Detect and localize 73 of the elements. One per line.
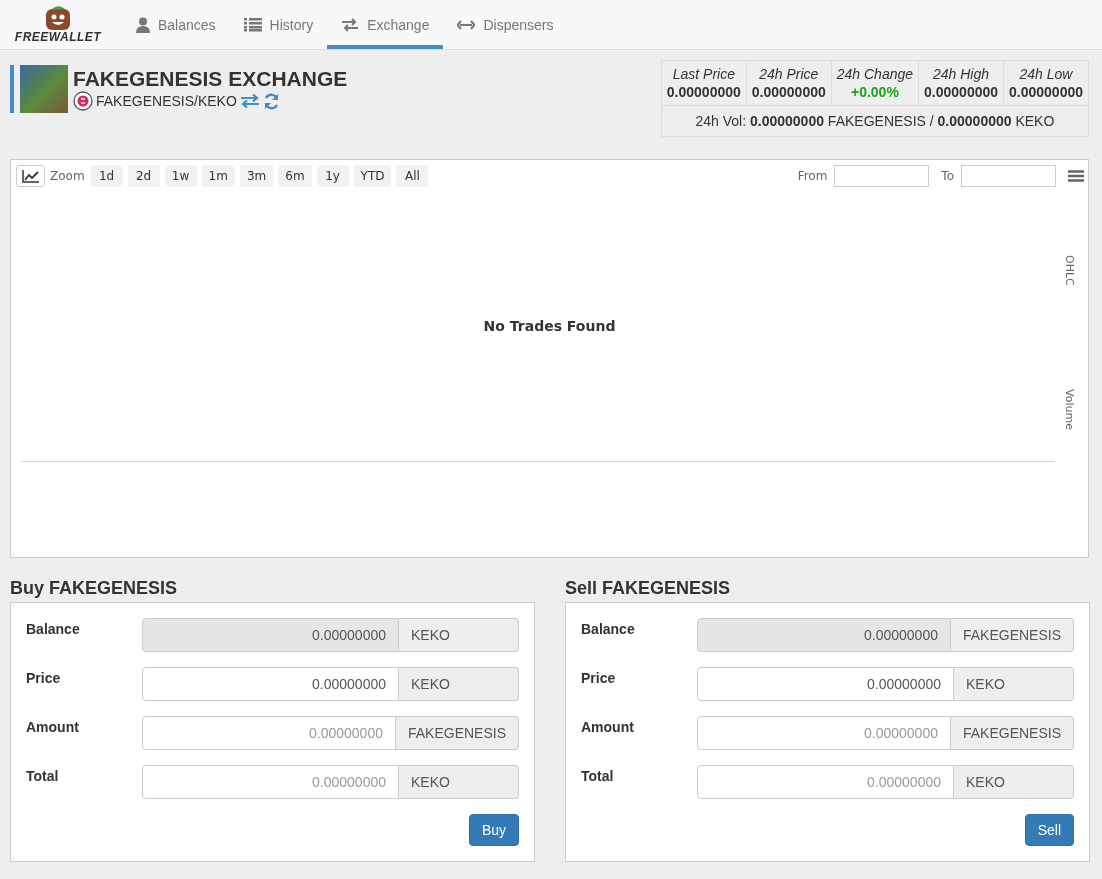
zoom-label: Zoom bbox=[50, 169, 85, 183]
token-logo-icon bbox=[73, 91, 93, 111]
list-icon bbox=[243, 17, 262, 32]
field-label: Balance bbox=[581, 620, 636, 637]
unit-addon: FAKEGENESIS bbox=[950, 618, 1074, 652]
field-label: Price bbox=[26, 669, 62, 686]
nav-tab[interactable]: Balances bbox=[122, 0, 230, 49]
unit-addon: FAKEGENESIS bbox=[950, 716, 1074, 750]
chart-type-button[interactable] bbox=[16, 165, 45, 187]
unit-addon: KEKO bbox=[954, 765, 1074, 799]
field-label: Balance bbox=[26, 620, 81, 637]
menu-icon[interactable] bbox=[1068, 170, 1084, 182]
range-button[interactable]: 2d bbox=[127, 165, 160, 187]
axis-label: OHLC bbox=[1063, 255, 1076, 286]
number-field[interactable]: 0.00000000 bbox=[697, 667, 954, 701]
range-button[interactable]: YTD bbox=[353, 165, 392, 187]
stat-value: 0.00000000 bbox=[666, 83, 741, 101]
unit-addon: KEKO bbox=[399, 618, 519, 652]
number-field[interactable]: 0.00000000 bbox=[697, 765, 954, 799]
stat-label: 24h High bbox=[932, 65, 991, 83]
field-label: Total bbox=[26, 767, 60, 784]
number-field[interactable]: 0.00000000 bbox=[142, 667, 399, 701]
no-trades-message: No Trades Found bbox=[483, 318, 616, 334]
submit-button[interactable]: Sell bbox=[1024, 814, 1074, 846]
stat-value: 0.00000000 bbox=[751, 83, 826, 101]
field-label: Amount bbox=[581, 718, 635, 735]
token-image bbox=[20, 65, 68, 113]
range-button[interactable]: All bbox=[396, 165, 429, 187]
form-title: Buy FAKEGENESIS bbox=[10, 578, 179, 599]
range-button[interactable]: 1y bbox=[316, 165, 349, 187]
field-label: Price bbox=[581, 669, 617, 686]
exchange-icon bbox=[341, 17, 360, 32]
exchange-title: FAKEGENESIS EXCHANGE bbox=[73, 67, 348, 91]
number-field[interactable]: 0.00000000 bbox=[697, 716, 951, 750]
logo-text: FREEWALLET bbox=[14, 31, 102, 44]
field-label: Amount bbox=[26, 718, 80, 735]
stat-label: Last Price bbox=[671, 65, 736, 83]
user-icon bbox=[136, 16, 150, 33]
refresh-icon[interactable] bbox=[262, 92, 280, 110]
unit-addon: KEKO bbox=[954, 667, 1074, 701]
submit-button[interactable]: Buy bbox=[468, 814, 519, 846]
stat-label: 24h Change bbox=[836, 65, 914, 83]
from-date-field[interactable] bbox=[834, 165, 930, 187]
mascot-icon bbox=[43, 5, 73, 31]
range-button[interactable]: 6m bbox=[278, 165, 312, 187]
line-chart-icon bbox=[21, 169, 40, 183]
from-label: From bbox=[797, 169, 828, 183]
range-button[interactable]: 1w bbox=[164, 165, 197, 187]
unit-addon: FAKEGENESIS bbox=[395, 716, 519, 750]
axis-label: Volume bbox=[1063, 389, 1076, 430]
range-button[interactable]: 1m bbox=[201, 165, 235, 187]
stat-value: 0.00000000 bbox=[924, 83, 999, 101]
nav-tab[interactable]: Exchange bbox=[327, 0, 444, 49]
stat-label: 24h Low bbox=[1018, 65, 1074, 83]
form-title: Sell FAKEGENESIS bbox=[565, 578, 732, 599]
pair-text: FAKEGENESIS/KEKO bbox=[96, 93, 237, 109]
range-button[interactable]: 3m bbox=[239, 165, 274, 187]
field-label: Total bbox=[581, 767, 615, 784]
volume-text: 24h Vol: 0.00000000 FAKEGENESIS / 0.00000000 KEKO bbox=[695, 113, 1055, 129]
stat-label: 24h Price bbox=[758, 65, 820, 83]
stat-value: +0.00% bbox=[849, 83, 900, 101]
unit-addon: KEKO bbox=[399, 765, 519, 799]
to-label: To bbox=[941, 169, 954, 183]
nav-tab[interactable]: History bbox=[229, 0, 328, 49]
unit-addon: KEKO bbox=[399, 667, 519, 701]
number-field[interactable]: 0.00000000 bbox=[142, 765, 399, 799]
double-arrow-icon bbox=[457, 19, 476, 30]
to-date-field[interactable] bbox=[961, 165, 1056, 187]
swap-icon[interactable] bbox=[239, 93, 260, 109]
nav-tab[interactable]: Dispensers bbox=[443, 0, 568, 49]
range-button[interactable]: 1d bbox=[90, 165, 123, 187]
number-field[interactable]: 0.00000000 bbox=[142, 716, 396, 750]
stat-value: 0.00000000 bbox=[1009, 83, 1083, 101]
